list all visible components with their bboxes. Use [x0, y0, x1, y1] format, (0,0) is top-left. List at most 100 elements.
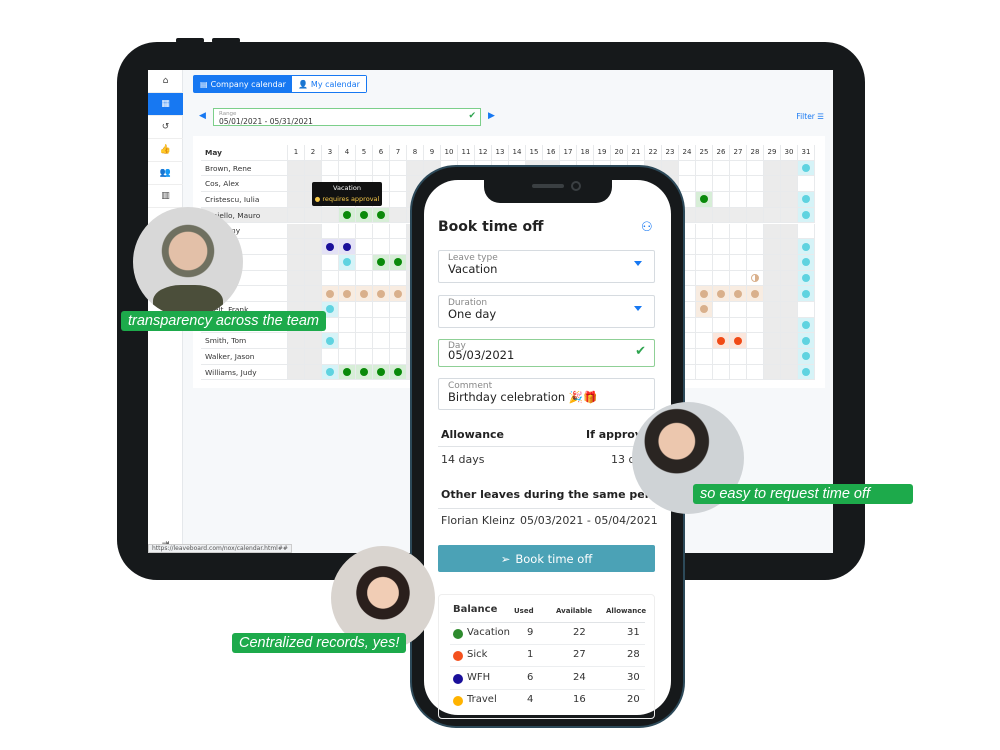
day-cell[interactable]	[747, 270, 764, 287]
day-cell[interactable]	[747, 333, 764, 350]
day-cell[interactable]	[764, 176, 781, 193]
day-cell[interactable]	[288, 286, 305, 302]
employee-name[interactable]: Cos, Alex	[201, 176, 288, 193]
employee-name[interactable]: Walker, Jason	[201, 349, 288, 365]
day-cell[interactable]	[339, 364, 356, 381]
sidebar-item-history[interactable]: ↺	[148, 116, 183, 139]
day-cell[interactable]	[798, 333, 815, 350]
day-cell[interactable]	[747, 286, 764, 302]
day-cell[interactable]	[747, 192, 764, 208]
day-cell[interactable]	[373, 302, 390, 318]
day-cell[interactable]	[288, 349, 305, 365]
range-input[interactable]: Range 05/01/2021 - 05/31/2021 ✔	[213, 108, 481, 126]
day-cell[interactable]	[390, 207, 407, 224]
day-cell[interactable]	[373, 270, 390, 287]
day-cell[interactable]	[764, 223, 781, 240]
day-cell[interactable]	[322, 270, 339, 287]
day-cell[interactable]	[696, 160, 713, 177]
day-cell[interactable]	[730, 223, 747, 240]
day-cell[interactable]	[713, 176, 730, 193]
day-cell[interactable]	[781, 176, 798, 193]
day-cell[interactable]	[696, 317, 713, 334]
day-cell[interactable]	[781, 333, 798, 350]
day-cell[interactable]	[339, 349, 356, 365]
day-cell[interactable]	[679, 160, 696, 177]
day-cell[interactable]	[679, 176, 696, 193]
day-cell[interactable]	[288, 176, 305, 193]
day-cell[interactable]	[781, 192, 798, 208]
day-cell[interactable]	[713, 364, 730, 381]
day-cell[interactable]	[747, 160, 764, 177]
day-cell[interactable]	[798, 286, 815, 302]
day-cell[interactable]	[713, 192, 730, 208]
day-cell[interactable]	[390, 333, 407, 350]
day-cell[interactable]	[322, 364, 339, 381]
day-cell[interactable]	[339, 302, 356, 318]
sidebar-item-home[interactable]: ⌂	[148, 70, 183, 93]
day-cell[interactable]	[390, 160, 407, 177]
day-cell[interactable]	[696, 270, 713, 287]
employee-name[interactable]: Williams, Judy	[201, 364, 288, 381]
sidebar-item-thumbs-up[interactable]: 👍	[148, 139, 183, 162]
day-cell[interactable]	[305, 207, 322, 224]
comment-input[interactable]: Comment Birthday celebration 🎉🎁	[438, 378, 655, 410]
day-cell[interactable]	[764, 317, 781, 334]
day-cell[interactable]	[356, 364, 373, 381]
day-cell[interactable]	[798, 302, 815, 318]
day-cell[interactable]	[764, 239, 781, 255]
day-cell[interactable]	[713, 317, 730, 334]
day-cell[interactable]	[305, 270, 322, 287]
day-cell[interactable]	[713, 223, 730, 240]
day-cell[interactable]	[339, 333, 356, 350]
day-cell[interactable]	[322, 207, 339, 224]
day-cell[interactable]	[322, 349, 339, 365]
day-cell[interactable]	[713, 254, 730, 271]
day-cell[interactable]	[781, 254, 798, 271]
day-cell[interactable]	[322, 223, 339, 240]
day-cell[interactable]	[798, 254, 815, 271]
day-cell[interactable]	[390, 302, 407, 318]
day-cell[interactable]	[356, 349, 373, 365]
day-cell[interactable]	[798, 207, 815, 224]
day-cell[interactable]	[356, 239, 373, 255]
day-cell[interactable]	[764, 254, 781, 271]
day-cell[interactable]	[305, 223, 322, 240]
day-cell[interactable]	[747, 207, 764, 224]
day-cell[interactable]	[373, 239, 390, 255]
day-cell[interactable]	[713, 270, 730, 287]
day-cell[interactable]	[798, 223, 815, 240]
day-cell[interactable]	[696, 286, 713, 302]
day-cell[interactable]	[730, 302, 747, 318]
day-cell[interactable]	[764, 333, 781, 350]
day-cell[interactable]	[730, 207, 747, 224]
day-cell[interactable]	[713, 302, 730, 318]
day-cell[interactable]	[356, 317, 373, 334]
day-cell[interactable]	[696, 364, 713, 381]
day-cell[interactable]	[781, 223, 798, 240]
day-cell[interactable]	[356, 160, 373, 177]
day-cell[interactable]	[305, 239, 322, 255]
day-cell[interactable]	[696, 349, 713, 365]
day-cell[interactable]	[288, 207, 305, 224]
day-cell[interactable]	[764, 192, 781, 208]
day-cell[interactable]	[730, 239, 747, 255]
duration-select[interactable]: Duration One day	[438, 295, 655, 328]
day-cell[interactable]	[390, 317, 407, 334]
day-cell[interactable]	[713, 286, 730, 302]
user-icon[interactable]: ⚇	[641, 220, 653, 235]
leave-type-select[interactable]: Leave type Vacation	[438, 250, 655, 283]
day-cell[interactable]	[288, 239, 305, 255]
day-cell[interactable]	[696, 254, 713, 271]
day-cell[interactable]	[747, 317, 764, 334]
prev-arrow-icon[interactable]: ◀	[199, 111, 206, 121]
day-cell[interactable]	[747, 223, 764, 240]
employee-name[interactable]: Brown, Rene	[201, 160, 288, 177]
day-cell[interactable]	[339, 317, 356, 334]
day-cell[interactable]	[390, 192, 407, 208]
day-cell[interactable]	[696, 192, 713, 208]
day-cell[interactable]	[764, 349, 781, 365]
day-cell[interactable]	[288, 270, 305, 287]
day-cell[interactable]	[696, 302, 713, 318]
next-arrow-icon[interactable]: ▶	[488, 111, 495, 121]
day-cell[interactable]	[288, 364, 305, 381]
